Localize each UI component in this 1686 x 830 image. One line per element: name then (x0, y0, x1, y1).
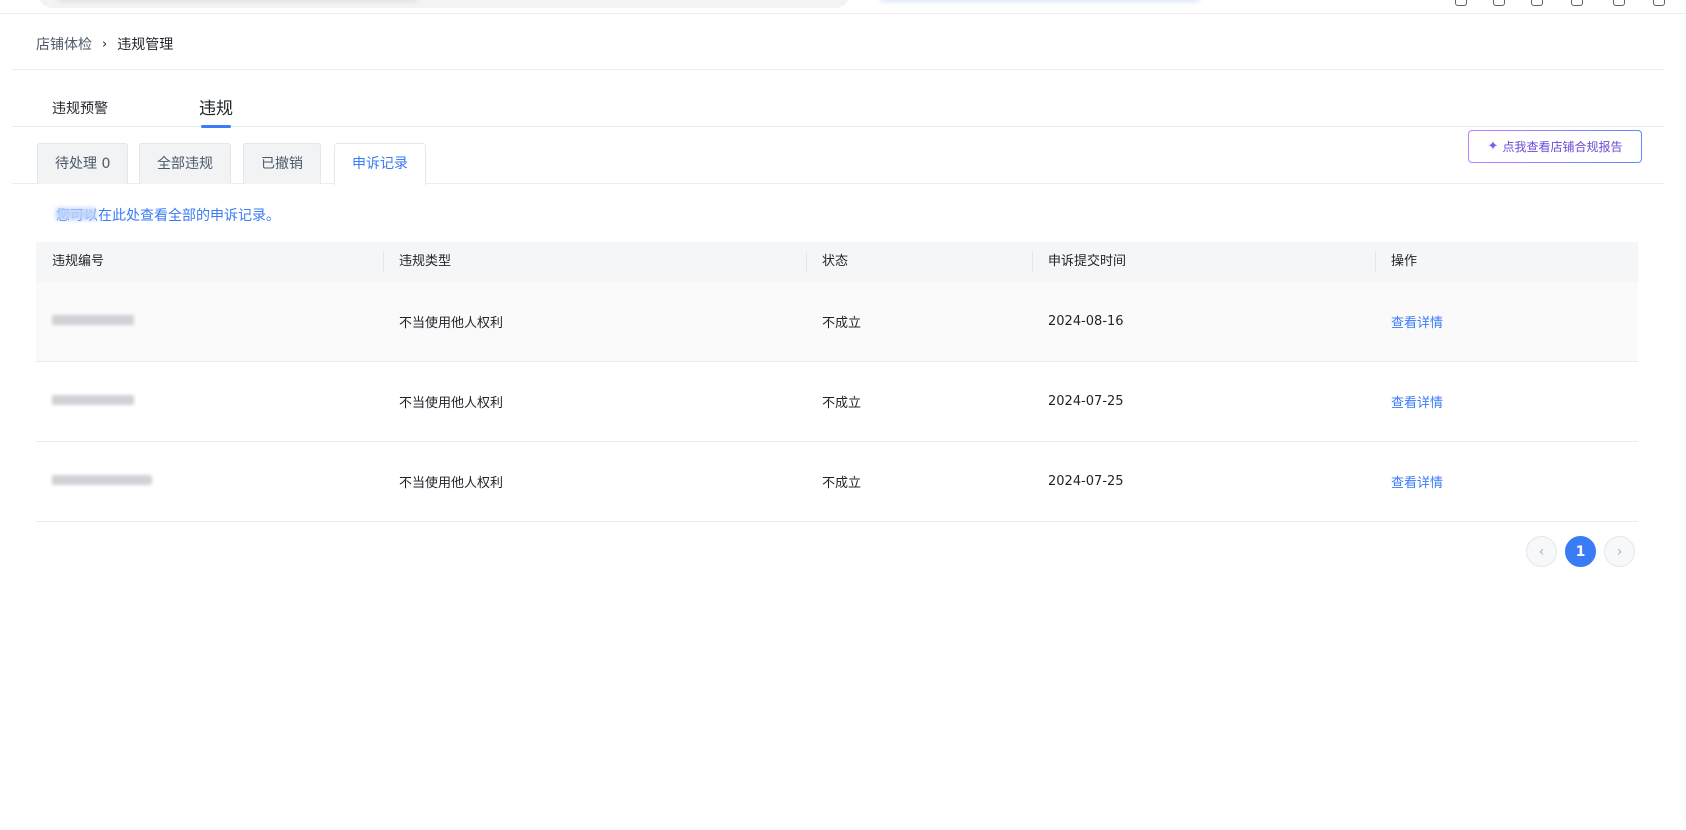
table-row: 不当使用他人权利 不成立 2024-08-16 查看详情 (36, 282, 1638, 362)
tab-all-violations[interactable]: 全部违规 (139, 143, 231, 184)
view-details-link[interactable]: 查看详情 (1391, 476, 1443, 491)
table-row: 不当使用他人权利 不成立 2024-07-25 查看详情 (36, 362, 1638, 442)
breadcrumb: 店铺体检 › 违规管理 (36, 34, 173, 54)
cell-submitted-date: 2024-07-25 (1048, 394, 1124, 409)
cell-violation-type: 不当使用他人权利 (399, 396, 504, 411)
tab-violation[interactable]: 违规 (199, 94, 233, 128)
sub-tabs: 待处理 0 全部违规 已撤销 申诉记录 (12, 143, 1664, 185)
tab-violation-warning[interactable]: 违规预警 (52, 98, 108, 118)
appeal-records-table: 违规编号 违规类型 状态 申诉提交时间 操作 不当使用他人权利 不成立 2024… (36, 242, 1638, 522)
toolbar-icon[interactable] (1455, 0, 1467, 6)
tab-pending[interactable]: 待处理 0 (37, 143, 129, 184)
divider (12, 69, 1664, 70)
cell-status: 不成立 (822, 476, 862, 491)
prev-page-button[interactable]: ‹ (1526, 536, 1557, 567)
breadcrumb-current: 违规管理 (117, 37, 174, 53)
masked-violation-id (52, 475, 152, 485)
address-bar-url-blurred (58, 0, 418, 2)
masked-violation-id (52, 395, 134, 405)
cell-violation-type: 不当使用他人权利 (399, 316, 504, 331)
toolbar-icon[interactable] (1493, 0, 1505, 6)
toolbar-icon[interactable] (1571, 0, 1583, 6)
cell-submitted-date: 2024-07-25 (1048, 474, 1124, 489)
browser-toolbar (0, 0, 1686, 14)
main-tabs: 违规预警 违规 (12, 86, 1664, 128)
cell-status: 不成立 (822, 396, 862, 411)
cell-status: 不成立 (822, 316, 862, 331)
sparkle-icon: ✦ (1487, 139, 1499, 154)
masked-violation-id (52, 315, 134, 325)
cell-violation-type: 不当使用他人权利 (399, 476, 504, 491)
toolbar-icon[interactable] (1653, 0, 1665, 6)
table-header: 违规编号 违规类型 状态 申诉提交时间 操作 (36, 242, 1638, 282)
tab-revoked[interactable]: 已撤销 (243, 143, 321, 184)
column-header-appeal-time: 申诉提交时间 (1032, 242, 1375, 282)
breadcrumb-separator: › (102, 36, 108, 52)
toolbar-icon[interactable] (1613, 0, 1625, 6)
breadcrumb-parent[interactable]: 店铺体检 (36, 34, 92, 54)
next-page-button[interactable]: › (1604, 536, 1635, 567)
view-details-link[interactable]: 查看详情 (1391, 396, 1443, 411)
toolbar-icon[interactable] (1531, 0, 1543, 6)
compliance-report-label: 点我查看店铺合规报告 (1502, 140, 1623, 154)
column-header-violation-type: 违规类型 (383, 242, 806, 282)
page-1-button[interactable]: 1 (1565, 536, 1596, 567)
view-details-link[interactable]: 查看详情 (1391, 316, 1443, 331)
column-header-action: 操作 (1375, 242, 1638, 282)
extension-area-blurred (880, 0, 1200, 2)
column-header-violation-id: 违规编号 (52, 254, 105, 269)
compliance-report-button[interactable]: ✦ 点我查看店铺合规报告 (1468, 130, 1642, 163)
column-header-status: 状态 (806, 242, 1032, 282)
notice-blur-overlay (56, 208, 96, 220)
table-row: 不当使用他人权利 不成立 2024-07-25 查看详情 (36, 442, 1638, 522)
cell-submitted-date: 2024-08-16 (1048, 314, 1124, 329)
tab-appeal-records[interactable]: 申诉记录 (334, 143, 426, 185)
pagination: ‹ 1 › (1526, 536, 1635, 567)
